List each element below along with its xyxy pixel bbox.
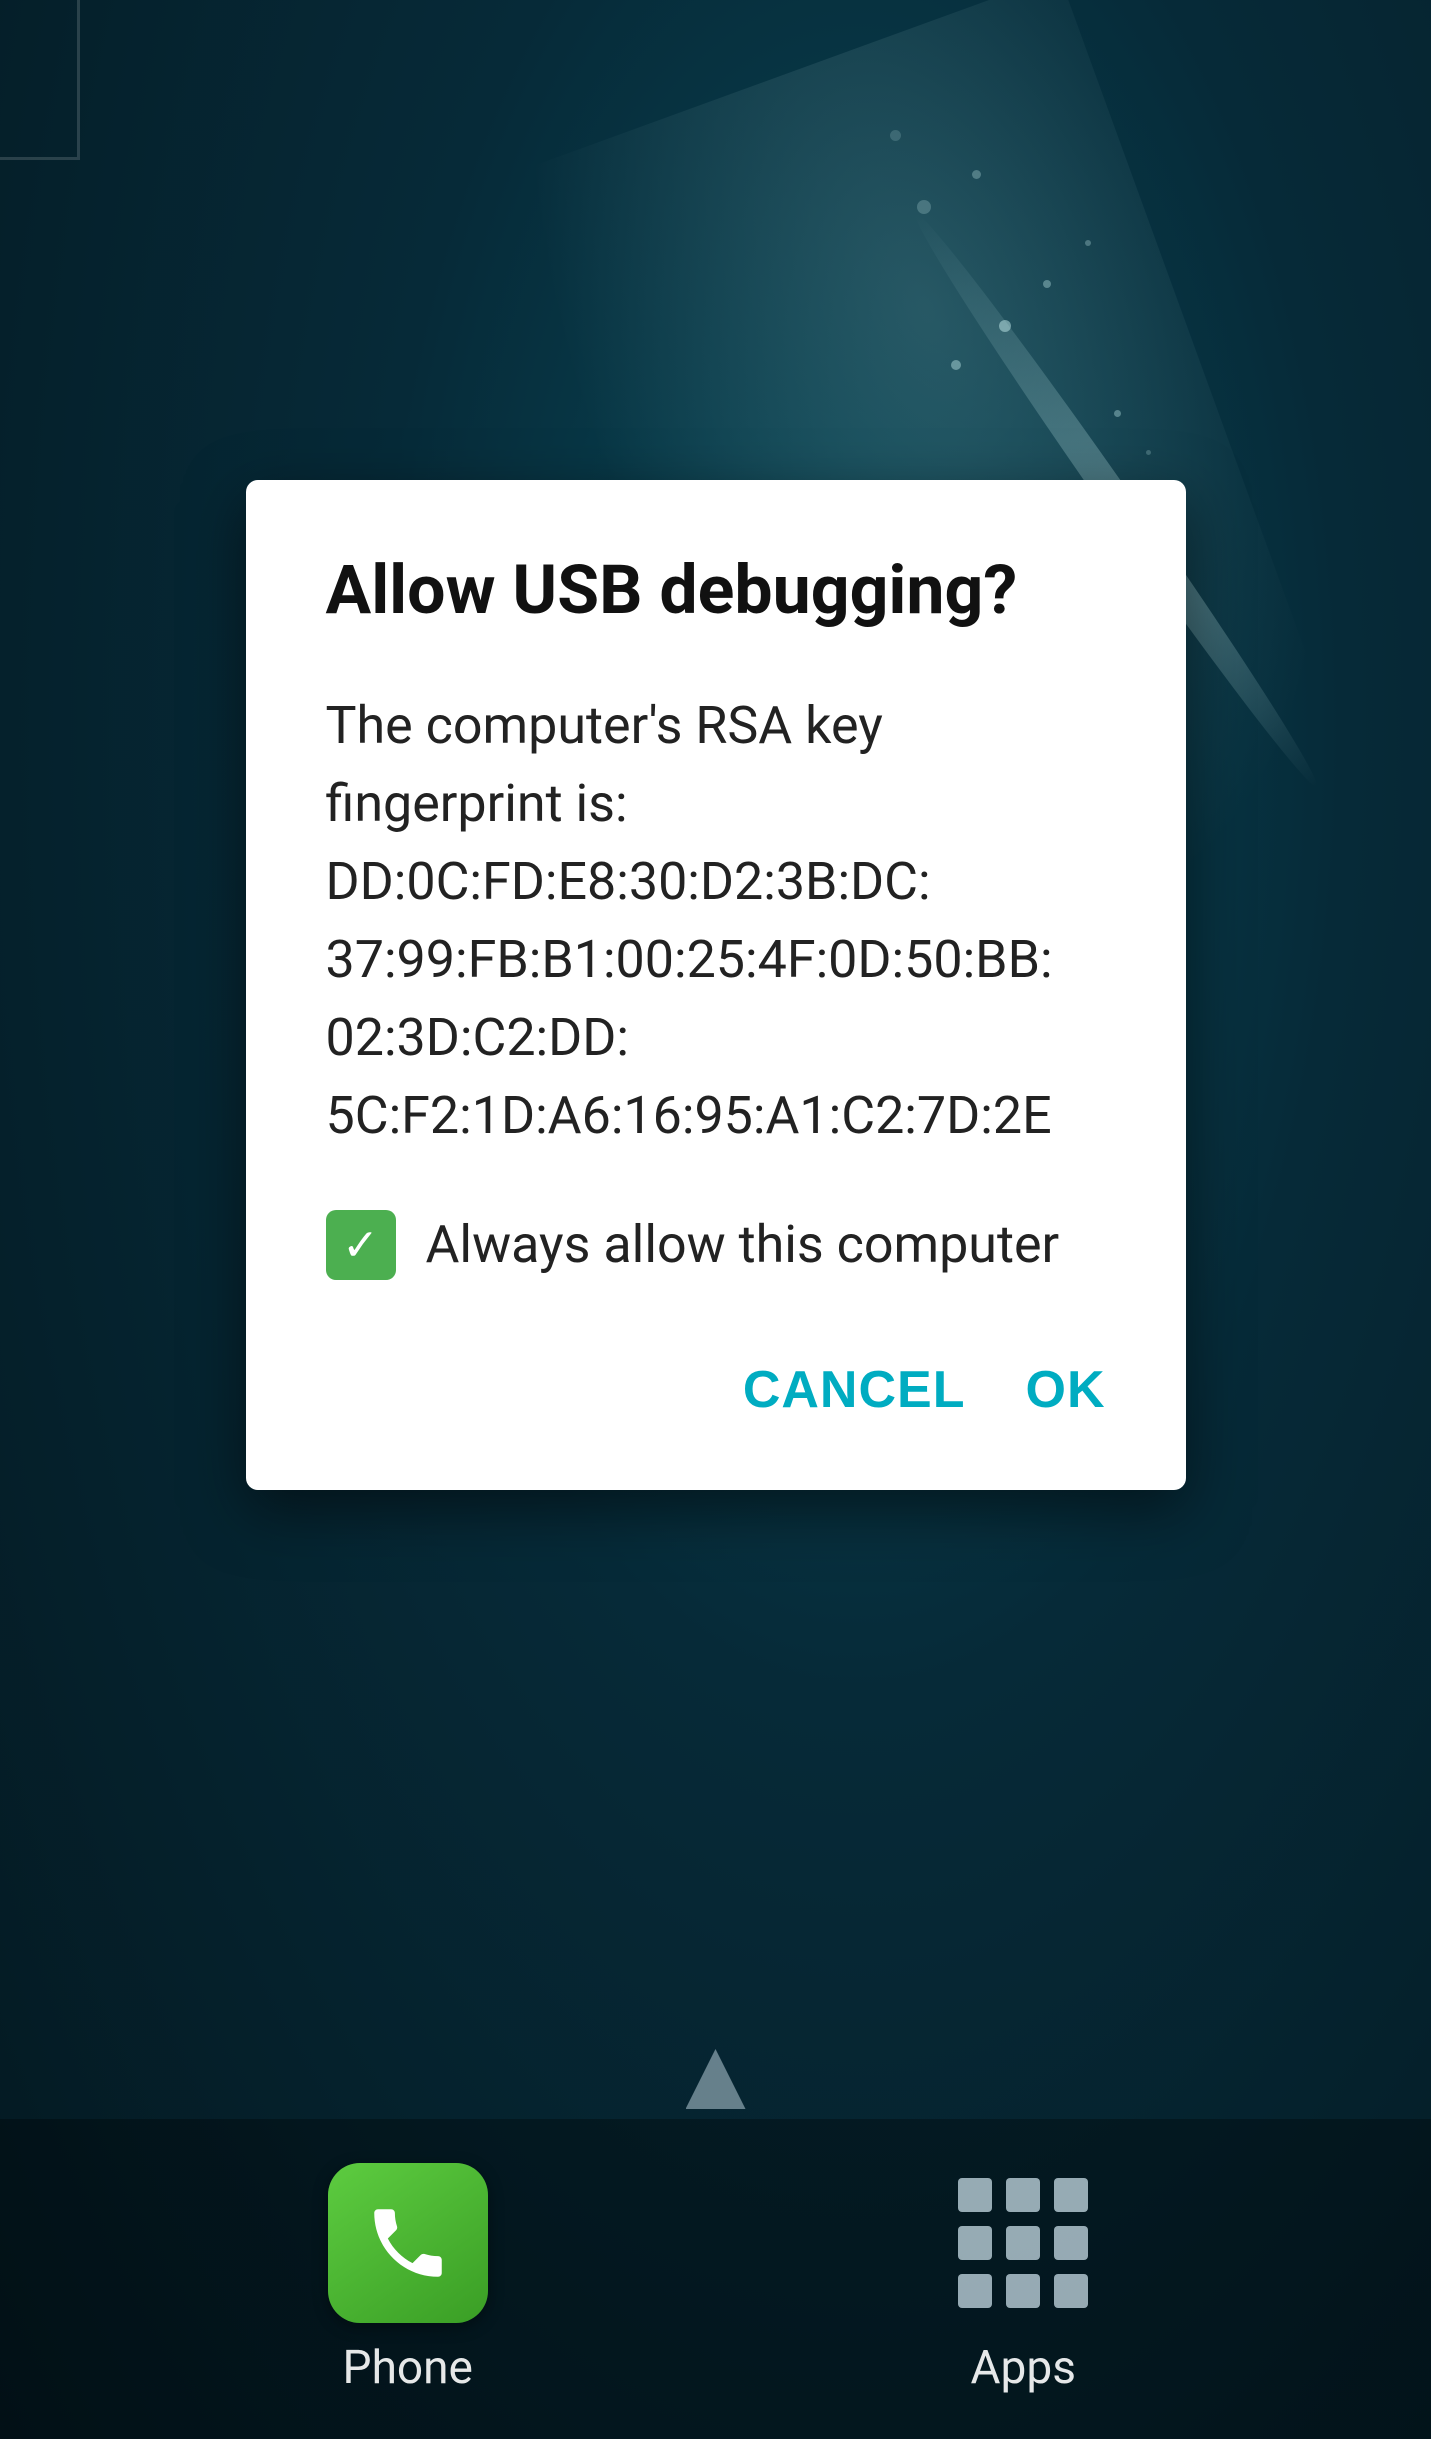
nav-phone[interactable]: Phone <box>328 2163 488 2395</box>
ok-button[interactable]: OK <box>1026 1350 1106 1430</box>
nav-apps[interactable]: Apps <box>943 2163 1103 2395</box>
dialog-title: Allow USB debugging? <box>326 550 1106 632</box>
checkbox-checkmark: ✓ <box>342 1223 379 1267</box>
cancel-button[interactable]: CANCEL <box>743 1350 966 1430</box>
phone-label: Phone <box>343 2341 473 2395</box>
usb-debug-dialog: Allow USB debugging? The computer's RSA … <box>246 480 1186 1490</box>
apps-dot-7 <box>958 2274 992 2308</box>
phone-icon <box>363 2198 453 2288</box>
always-allow-row[interactable]: ✓ Always allow this computer <box>326 1210 1106 1280</box>
apps-dot-6 <box>1054 2226 1088 2260</box>
apps-dot-8 <box>1006 2274 1040 2308</box>
apps-dot-5 <box>1006 2226 1040 2260</box>
dialog-buttons: CANCEL OK <box>326 1350 1106 1430</box>
always-allow-label: Always allow this computer <box>426 1214 1060 1275</box>
apps-grid <box>958 2178 1088 2308</box>
apps-icon <box>943 2163 1103 2323</box>
dialog-body: The computer's RSA key fingerprint is: D… <box>326 687 1106 1155</box>
apps-dot-1 <box>958 2178 992 2212</box>
apps-dot-4 <box>958 2226 992 2260</box>
apps-dot-3 <box>1054 2178 1088 2212</box>
bottom-nav: Phone Apps <box>0 2119 1431 2439</box>
apps-label: Apps <box>971 2341 1076 2395</box>
apps-dot-9 <box>1054 2274 1088 2308</box>
always-allow-checkbox[interactable]: ✓ <box>326 1210 396 1280</box>
phone-icon-bg <box>328 2163 488 2323</box>
apps-dot-2 <box>1006 2178 1040 2212</box>
